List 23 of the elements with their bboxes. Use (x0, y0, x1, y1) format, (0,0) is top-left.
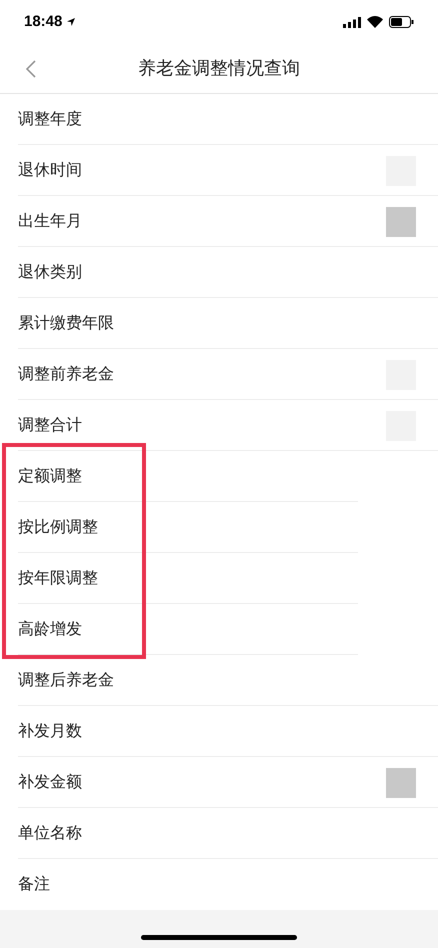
location-arrow-icon (66, 17, 76, 27)
row-label: 调整合计 (18, 416, 82, 436)
row-label: 累计缴费年限 (18, 314, 114, 334)
row-label: 补发金额 (18, 772, 82, 792)
battery-icon (389, 16, 414, 28)
status-time: 18:48 (24, 12, 62, 32)
wifi-icon (367, 16, 383, 28)
row-label: 退休时间 (18, 160, 82, 180)
row-label: 退休类别 (18, 262, 82, 282)
page-title: 养老金调整情况查询 (138, 57, 300, 80)
row-label: 按比例调整 (18, 518, 98, 538)
row-label: 备注 (18, 874, 50, 894)
row-label: 单位名称 (18, 824, 82, 844)
row-label: 按年限调整 (18, 568, 98, 588)
row-label: 高龄增发 (18, 620, 82, 640)
row-label: 调整后养老金 (18, 670, 114, 690)
row-label: 调整前养老金 (18, 364, 114, 384)
row-label: 出生年月 (18, 212, 82, 232)
signal-icon (343, 16, 361, 28)
row-label: 补发月数 (18, 722, 82, 742)
row-label: 定额调整 (18, 466, 82, 486)
row-label: 调整年度 (18, 110, 82, 130)
chevron-left-icon (26, 60, 36, 78)
